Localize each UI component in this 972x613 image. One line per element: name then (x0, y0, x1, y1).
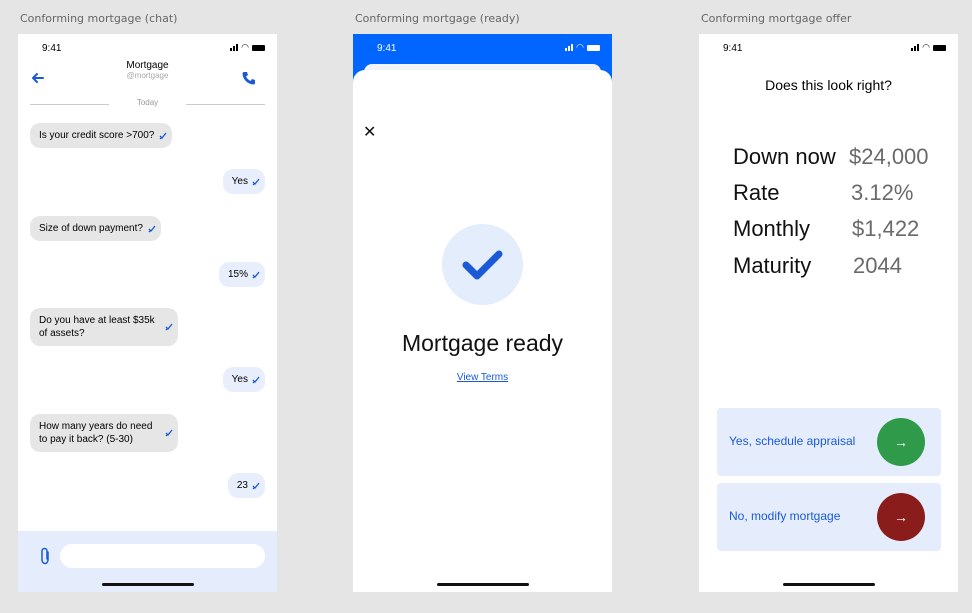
home-indicator (782, 583, 875, 586)
message-text: Size of down payment? (39, 223, 143, 234)
offer-label: Maturity (733, 253, 812, 278)
offer-value: 2044 (853, 253, 902, 278)
message-out: 23 (227, 473, 265, 498)
arrow-right-icon: → (894, 509, 908, 525)
battery-icon (252, 45, 265, 51)
message-text: Is your credit score >700? (39, 130, 155, 141)
battery-icon (933, 45, 946, 51)
battery-icon (587, 45, 600, 51)
read-check-icon (165, 429, 173, 437)
ready-title: Mortgage ready (401, 330, 564, 356)
offer-screen: 9:41 ◠ Does this look right? Down now $2… (699, 34, 958, 592)
message-in: Do you have at least $35k of assets? (30, 308, 178, 346)
view-terms-link[interactable]: View Terms (353, 372, 612, 383)
accept-option[interactable]: Yes, schedule appraisal → (717, 408, 941, 476)
home-indicator (101, 583, 194, 586)
read-check-icon (252, 376, 260, 383)
message-out: Yes (222, 169, 265, 194)
chat-header: Mortgage @mortgage (18, 60, 277, 80)
offer-label: Rate (733, 180, 780, 205)
chat-title: Mortgage (126, 60, 169, 71)
message-in: Is your credit score >700? (30, 123, 173, 148)
arrow-right-icon: → (894, 434, 908, 450)
frame-label-offer: Conforming mortgage offer (701, 12, 852, 25)
read-check-icon (165, 323, 173, 331)
message-text: Yes (231, 176, 248, 187)
offer-label: Monthly (733, 216, 811, 241)
message-text: Yes (231, 374, 248, 385)
message-out: Yes (222, 367, 265, 392)
status-time: 9:41 (723, 43, 743, 54)
accept-label: Yes, schedule appraisal (729, 434, 856, 448)
frame-label-chat: Conforming mortgage (chat) (20, 12, 178, 25)
status-bar: 9:41 ◠ (18, 42, 277, 56)
wifi-icon: ◠ (922, 42, 930, 52)
chat-handle: @mortgage (126, 71, 169, 80)
signal-icon (565, 44, 574, 51)
date-divider: Today (30, 98, 265, 110)
date-divider-label: Today (136, 98, 159, 107)
phone-icon[interactable] (241, 70, 257, 86)
read-check-icon (252, 482, 260, 489)
message-out: 15% (218, 262, 265, 287)
frame-label-ready: Conforming mortgage (ready) (355, 12, 520, 25)
message-text: 15% (227, 269, 248, 280)
offer-question: Does this look right? (765, 77, 892, 93)
wifi-icon: ◠ (241, 42, 249, 52)
close-icon[interactable]: ✕ (363, 122, 376, 142)
status-bar: 9:41 ◠ (353, 42, 612, 56)
ready-sheet: ✕ Mortgage ready View Terms (353, 70, 612, 592)
message-input[interactable] (60, 544, 265, 568)
message-text: Do you have at least $35k of assets? (39, 315, 155, 339)
offer-value: 3.12% (851, 180, 914, 205)
ready-screen: 9:41 ◠ ✕ Mortgage ready View Terms (353, 34, 612, 592)
message-in: Size of down payment? (30, 216, 161, 241)
offer-label: Down now (733, 144, 836, 169)
read-check-icon (159, 132, 167, 139)
home-indicator (436, 583, 529, 586)
read-check-icon (252, 178, 260, 185)
message-text: 23 (236, 480, 248, 491)
message-in: How many years do need to pay it back? (… (30, 414, 178, 452)
offer-value: $1,422 (852, 216, 920, 241)
offer-value: $24,000 (849, 144, 929, 169)
accept-button[interactable]: → (877, 418, 925, 466)
read-check-icon (148, 225, 156, 232)
paperclip-icon[interactable] (38, 546, 52, 566)
wifi-icon: ◠ (576, 42, 584, 52)
modify-label: No, modify mortgage (729, 509, 841, 523)
chat-screen: 9:41 ◠ Mortgage @mortgage Today Is your … (18, 34, 277, 592)
modify-button[interactable]: → (877, 493, 925, 541)
signal-icon (911, 44, 920, 51)
status-time: 9:41 (377, 43, 397, 54)
checkmark-icon (462, 250, 503, 280)
modify-option[interactable]: No, modify mortgage → (717, 483, 941, 551)
status-bar: 9:41 ◠ (699, 42, 958, 56)
success-badge (442, 224, 523, 305)
message-text: How many years do need to pay it back? (… (39, 421, 153, 445)
status-time: 9:41 (42, 43, 62, 54)
signal-icon (230, 44, 239, 51)
read-check-icon (252, 271, 260, 278)
